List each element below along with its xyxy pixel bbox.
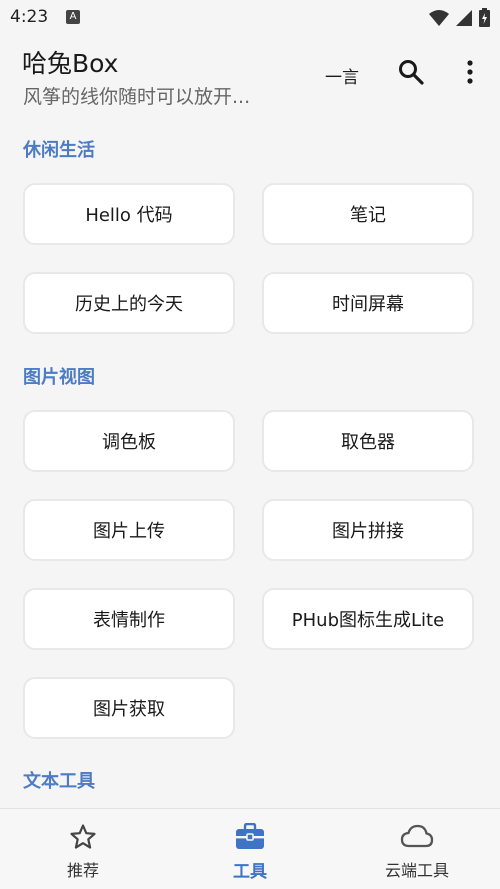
a-icon: A <box>66 10 80 24</box>
signal-icon <box>456 9 472 26</box>
tool-card-history-today[interactable]: 历史上的今天 <box>23 272 235 334</box>
tool-card-meme-maker[interactable]: 表情制作 <box>23 588 235 650</box>
tool-card-image-stitch[interactable]: 图片拼接 <box>262 499 474 561</box>
system-icons <box>429 8 490 27</box>
bottom-nav: 推荐 工具 云端工具 <box>0 808 500 889</box>
nav-tools[interactable]: 工具 <box>167 809 333 889</box>
cloud-icon <box>400 824 434 848</box>
star-icon <box>70 824 96 849</box>
app-title: 哈兔Box <box>22 49 119 78</box>
app-subtitle: 风筝的线你随时可以放开... <box>23 86 251 108</box>
nav-tools-label: 工具 <box>233 862 267 882</box>
tool-card-time-screen[interactable]: 时间屏幕 <box>262 272 474 334</box>
nav-cloud-tools-label: 云端工具 <box>384 861 449 880</box>
toolbox-icon <box>236 823 264 849</box>
section-title-image: 图片视图 <box>23 367 95 388</box>
wifi-icon <box>429 9 449 26</box>
section-title-text: 文本工具 <box>23 771 95 792</box>
search-icon[interactable] <box>397 58 425 86</box>
tool-card-image-fetch[interactable]: 图片获取 <box>23 677 235 739</box>
tool-card-image-upload[interactable]: 图片上传 <box>23 499 235 561</box>
section-title-leisure: 休闲生活 <box>23 140 95 161</box>
app-header: 哈兔Box 风筝的线你随时可以放开... 一言 <box>0 34 500 118</box>
nav-cloud-tools[interactable]: 云端工具 <box>334 809 500 889</box>
tool-card-hello-code[interactable]: Hello 代码 <box>23 183 235 245</box>
nav-recommend[interactable]: 推荐 <box>0 809 166 889</box>
tool-card-palette[interactable]: 调色板 <box>23 410 235 472</box>
status-bar: 4:23 A <box>0 0 500 34</box>
tool-card-color-picker[interactable]: 取色器 <box>262 410 474 472</box>
nav-recommend-label: 推荐 <box>66 861 99 880</box>
more-vertical-icon[interactable] <box>460 58 480 86</box>
status-time: 4:23 <box>10 7 49 27</box>
tool-card-notes[interactable]: 笔记 <box>262 183 474 245</box>
tool-card-phub-icon[interactable]: PHub图标生成Lite <box>262 588 474 650</box>
yiyan-button[interactable]: 一言 <box>325 63 359 88</box>
battery-icon <box>479 8 490 27</box>
